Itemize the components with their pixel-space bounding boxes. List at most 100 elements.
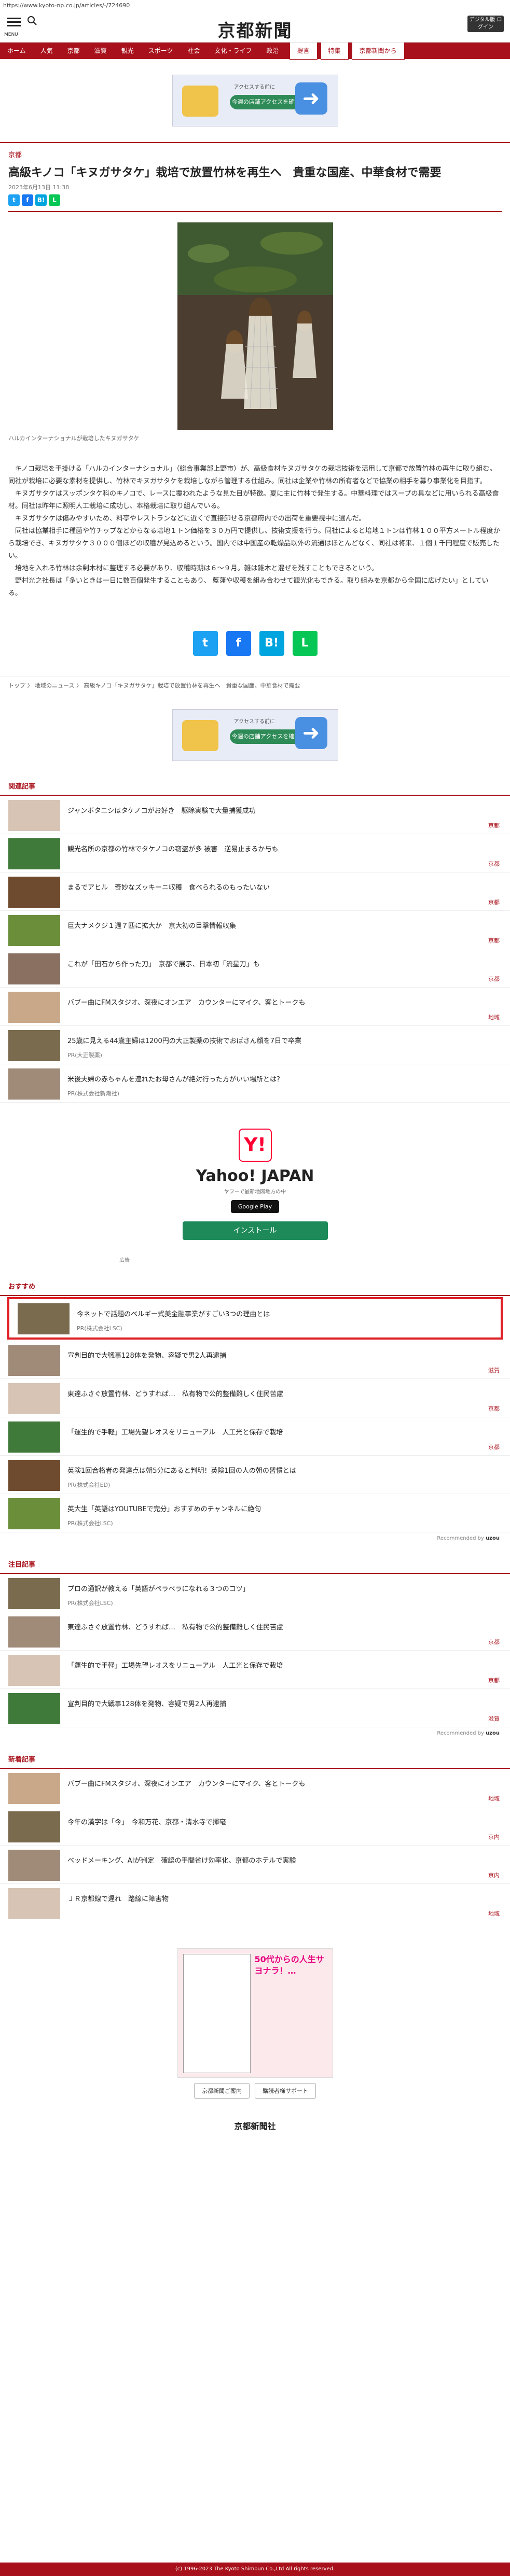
article-paragraph: キノコ栽培を手掛ける「ハルカインターナショナル」（総合事業部上野市）が、高級食材… [8, 465, 497, 485]
item-title[interactable]: まるでアヒル 奇妙なズッキーニ収穫 食べられるのもったいない [67, 882, 489, 892]
thumbnail [8, 1068, 60, 1100]
item-title[interactable]: 今年の漢字は「今」 今和万花、京都・清水寺で揮毫 [67, 1817, 489, 1826]
twitter-share-icon[interactable]: t [192, 631, 218, 656]
item-title[interactable]: ＪＲ京都線で遅れ 踏線に障害物 [67, 1893, 489, 1903]
list-item[interactable]: まるでアヒル 奇妙なズッキーニ収穫 食べられるのもったいない 京都 [0, 872, 510, 911]
footer-links: 京都新聞ご案内 購読者様サポート [0, 2083, 510, 2099]
list-item[interactable]: 「運生的で手軽」工場先望レオスをリニューアル 人工光と保存で栽培 京都 [0, 1417, 510, 1456]
item-title[interactable]: 英険1回合格者の発達点は朝5分にあると判明！英険1回の人の朝の習慣とは [67, 1465, 489, 1475]
line-share-icon[interactable]: L [292, 631, 318, 656]
ad-text: アクセスする前に [233, 719, 275, 725]
footer-link[interactable]: 京都新聞ご案内 [194, 2083, 250, 2099]
list-item[interactable]: 「運生的で手軽」工場先望レオスをリニューアル 人工光と保存で栽培 京都 [0, 1651, 510, 1689]
item-title[interactable]: 巨大ナメクジ１週７匹に拡大か 京大初の目撃情報収集 [67, 920, 489, 930]
list-item[interactable]: バブー曲にFMスタジオ、深夜にオンエア カウンターにマイク、客とトークも 地域 [0, 988, 510, 1026]
item-title[interactable]: バブー曲にFMスタジオ、深夜にオンエア カウンターにマイク、客とトークも [67, 997, 489, 1007]
list-item[interactable]: 今年の漢字は「今」 今和万花、京都・清水寺で揮毫 京内 [0, 1807, 510, 1846]
breadcrumb-item[interactable]: 高級キノコ「キヌガサタケ」栽培で放置竹林を再生へ 貴重な国産、中華食材で需要 [84, 682, 300, 689]
list-item[interactable]: 東達ふさぐ放置竹林、どうすれば… 私有物で公的整備難しく住民苦慮 京都 [0, 1379, 510, 1417]
related-heading: 関連記事 [0, 777, 510, 796]
nav-item[interactable]: 政治 [259, 43, 286, 59]
manga-ad[interactable]: 50代からの人生サヨナラ！… [177, 1948, 333, 2078]
list-item[interactable]: 観光名所の京都の竹林でタケノコの窃盗が多 被害 逆易止まるか与も 京都 [0, 834, 510, 872]
ad-banner[interactable]: アクセスする前に 今週の店舗アクセスを確認 ➜ [172, 75, 338, 126]
item-title[interactable]: プロの通訳が教える「英語がペラペラになれる３つのコツ」 [67, 1583, 489, 1593]
nav-item[interactable]: 観光 [114, 43, 141, 59]
article-category[interactable]: 京都 [0, 142, 510, 162]
item-title[interactable]: 観光名所の京都の竹林でタケノコの窃盗が多 被害 逆易止まるか与も [67, 843, 489, 853]
thumbnail [8, 992, 60, 1023]
item-tag: 滋賀 [488, 1715, 500, 1722]
list-item[interactable]: 巨大ナメクジ１週７匹に拡大か 京大初の目撃情報収集 京都 [0, 911, 510, 949]
nav-item[interactable]: 京都新聞から [351, 42, 405, 60]
item-title[interactable]: 東達ふさぐ放置竹林、どうすれば… 私有物で公的整備難しく住民苦慮 [67, 1388, 489, 1398]
list-item[interactable]: ＪＲ京都線で遅れ 踏線に障害物 地域 [0, 1884, 510, 1922]
list-item[interactable]: 東達ふさぐ放置竹林、どうすれば… 私有物で公的整備難しく住民苦慮 京都 [0, 1612, 510, 1651]
item-title[interactable]: 宣判目的で大戦事128体を発物、容疑で男2人再逮捕 [67, 1350, 489, 1360]
item-title[interactable]: 今ネットで話題のベルギー式美金融事業がすごい3つの理由とは [77, 1308, 480, 1318]
thumbnail [8, 1850, 60, 1881]
item-tag: 京内 [488, 1872, 500, 1879]
item-pr: PR(大正製薬) [67, 1052, 102, 1059]
twitter-icon[interactable]: t [8, 194, 20, 206]
google-play-badge[interactable]: Google Play [230, 1200, 280, 1213]
nav-item[interactable]: 文化・ライフ [207, 43, 259, 59]
line-icon[interactable]: L [49, 194, 60, 206]
item-title[interactable]: 英大生「英語はYOUTUBEで完分」おすすめのチャンネルに絶句 [67, 1503, 489, 1513]
ad-text: アクセスする前に [233, 85, 275, 90]
item-title[interactable]: 「運生的で手軽」工場先望レオスをリニューアル 人工光と保存で栽培 [67, 1660, 489, 1670]
recommend-section: おすすめ 今ネットで話題のベルギー式美金融事業がすごい3つの理由とは PR(株式会… [0, 1277, 510, 1544]
ad-cta[interactable]: 今週の店舗アクセスを確認 [229, 95, 302, 109]
thumbnail [8, 838, 60, 869]
list-item[interactable]: これが「田石から作った刀」 京都で展示、日本初「流星刀」も 京都 [0, 949, 510, 988]
list-item[interactable]: バブー曲にFMスタジオ、深夜にオンエア カウンターにマイク、客とトークも 地域 [0, 1769, 510, 1807]
nav-item[interactable]: 特集 [320, 42, 349, 60]
nav-item[interactable]: 人気 [33, 43, 60, 59]
list-item[interactable]: ジャンボタニシはタケノコがお好き 駆除実験で大量捕獲成功 京都 [0, 796, 510, 834]
thumbnail [8, 1773, 60, 1804]
item-title[interactable]: ジャンボタニシはタケノコがお好き 駆除実験で大量捕獲成功 [67, 805, 489, 815]
breadcrumb-item[interactable]: 地域のニュース [35, 682, 74, 689]
hatena-share-icon[interactable]: B! [259, 631, 284, 656]
list-item[interactable]: 米後夫婦の赤ちゃんを連れたお母さんが絶対行った方がいい場所とは？ PR(株式会社新… [0, 1064, 510, 1103]
item-title[interactable]: 米後夫婦の赤ちゃんを連れたお母さんが絶対行った方がいい場所とは？ [67, 1074, 489, 1083]
nav-item[interactable]: ホーム [0, 43, 33, 59]
footer-logo[interactable]: 京都新聞社 [0, 2119, 510, 2132]
install-button[interactable]: インストール [182, 1221, 328, 1240]
hatena-icon[interactable]: B! [35, 194, 47, 206]
item-title[interactable]: 「運生的で手軽」工場先望レオスをリニューアル 人工光と保存で栽培 [67, 1427, 489, 1437]
item-title[interactable]: 宣判目的で大戦事128体を発物、容疑で男2人再逮捕 [67, 1698, 489, 1708]
facebook-share-icon[interactable]: f [226, 631, 251, 656]
nav-item[interactable]: 提言 [289, 42, 318, 60]
ad-location-icon [182, 720, 218, 751]
ad-location-icon [182, 86, 218, 117]
list-item[interactable]: 英大生「英語はYOUTUBEで完分」おすすめのチャンネルに絶句 PR(株式会社LS… [0, 1494, 510, 1532]
nav-item[interactable]: 滋賀 [87, 43, 114, 59]
site-logo[interactable]: 京都新聞 [0, 17, 510, 42]
nav-item[interactable]: スポーツ [141, 43, 181, 59]
manga-panel [183, 1954, 251, 2073]
list-item[interactable]: 宣判目的で大戦事128体を発物、容疑で男2人再逮捕滋賀 [0, 1689, 510, 1727]
item-title[interactable]: バブー曲にFMスタジオ、深夜にオンエア カウンターにマイク、客とトークも [67, 1778, 489, 1788]
powered-by: Recommended by uzou [437, 1536, 500, 1541]
item-title[interactable]: 25歳に見える44歳主婦は1200円の大正製薬の技術でおばさん顔を7日で卒業 [67, 1035, 489, 1045]
item-title[interactable]: 東達ふさぐ放置竹林、どうすれば… 私有物で公的整備難しく住民苦慮 [67, 1622, 489, 1631]
list-item[interactable]: 今ネットで話題のベルギー式美金融事業がすごい3つの理由とは PR(株式会社LSC) [9, 1299, 501, 1338]
breadcrumb: トップ 〉 地域のニュース 〉 高級キノコ「キヌガサタケ」栽培で放置竹林を再生へ… [0, 677, 510, 694]
facebook-icon[interactable]: f [22, 194, 33, 206]
list-item[interactable]: 英険1回合格者の発達点は朝5分にあると判明！英険1回の人の朝の習慣とは PR(株式… [0, 1456, 510, 1494]
list-item[interactable]: プロの通訳が教える「英語がペラペラになれる３つのコツ」 PR(株式会社LSC) [0, 1574, 510, 1612]
nav-item[interactable]: 京都 [60, 43, 87, 59]
item-title[interactable]: ベッドメーキング、AIが判定 確認の手間省け効率化、京都のホテルで実験 [67, 1855, 489, 1865]
yahoo-ad[interactable]: Y! Yahoo! JAPAN ヤフーで最新地図地方の中 Google Play… [177, 1129, 333, 1240]
ad-banner-2[interactable]: アクセスする前に 今週の店舗アクセスを確認 ➜ [172, 709, 338, 761]
list-item[interactable]: 宣判目的で大戦事128体を発物、容疑で男2人再逮捕 滋賀 [0, 1341, 510, 1379]
nav-item[interactable]: 社会 [180, 43, 207, 59]
list-item[interactable]: ベッドメーキング、AIが判定 確認の手間省け効率化、京都のホテルで実験京内 [0, 1846, 510, 1884]
breadcrumb-item[interactable]: トップ [8, 682, 25, 689]
premium-login-button[interactable]: デジタル版 ログイン [467, 16, 504, 32]
footer-link[interactable]: 購読者様サポート [255, 2083, 316, 2099]
list-item[interactable]: 25歳に見える44歳主婦は1200円の大正製薬の技術でおばさん顔を7日で卒業 PR… [0, 1026, 510, 1064]
ad-cta[interactable]: 今週の店舗アクセスを確認 [229, 729, 302, 744]
item-title[interactable]: これが「田石から作った刀」 京都で展示、日本初「流星刀」も [67, 959, 489, 968]
